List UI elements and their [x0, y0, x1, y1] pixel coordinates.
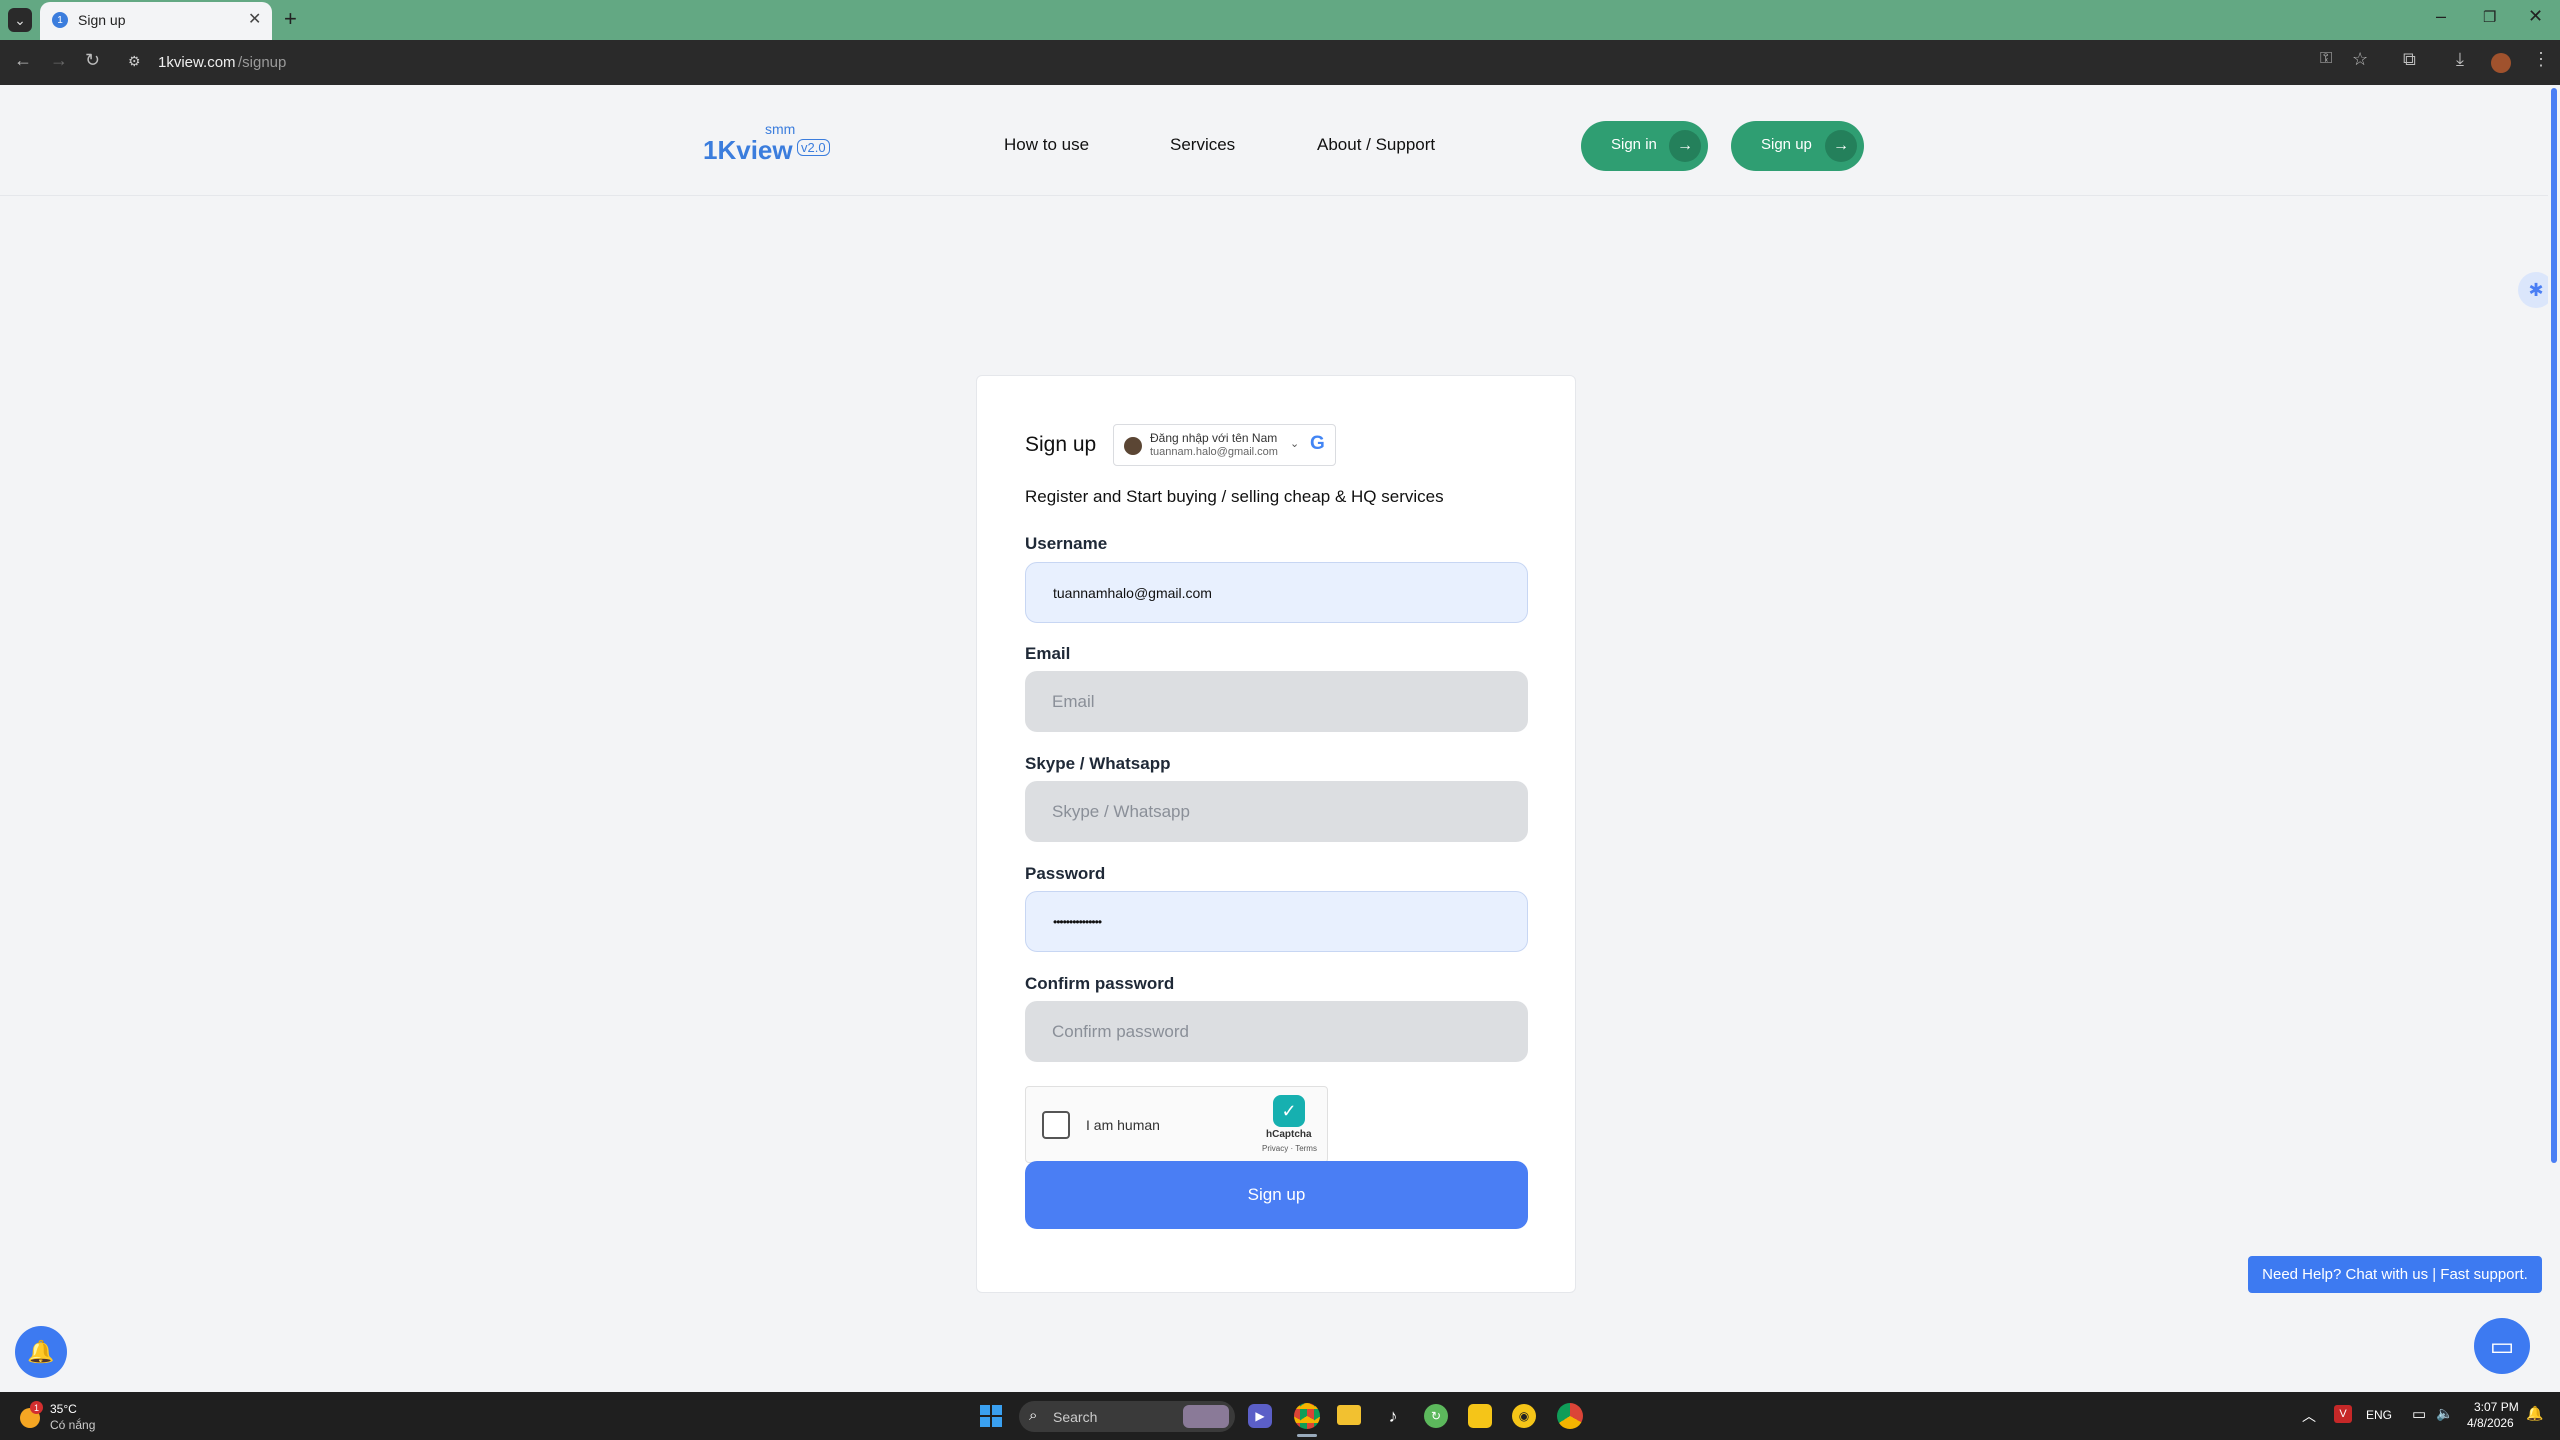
- sign-in-label: Sign in: [1611, 136, 1657, 153]
- sign-in-button[interactable]: Sign in →: [1581, 121, 1708, 171]
- bookmark-star-icon[interactable]: ☆: [2352, 49, 2368, 70]
- minimize-button[interactable]: –: [2436, 6, 2446, 27]
- notification-center-icon[interactable]: 🔔: [2526, 1405, 2543, 1422]
- chat-icon[interactable]: ▭: [2474, 1318, 2530, 1374]
- google-line2: tuannam.halo@gmail.com: [1150, 446, 1278, 458]
- google-sign-in-button[interactable]: Đăng nhập với tên Nam tuannam.halo@gmail…: [1113, 424, 1336, 466]
- hcaptcha-links[interactable]: Privacy · Terms: [1262, 1144, 1317, 1153]
- hcaptcha-widget: I am human ✓ hCaptcha Privacy · Terms: [1025, 1086, 1328, 1163]
- notification-bell-icon[interactable]: 🔔: [15, 1326, 67, 1378]
- url-path: /signup: [238, 54, 287, 71]
- vivaldi-tray-icon[interactable]: V: [2334, 1405, 2352, 1423]
- site-logo[interactable]: smm 1Kview v2.0: [703, 121, 838, 165]
- logo-version: v2.0: [797, 139, 830, 156]
- sign-up-header-label: Sign up: [1761, 136, 1812, 153]
- browser-toolbar: ← → ↻ ⚙ 1kview.com /signup ⚿ ☆ ⧉ ⤓ ⋮: [0, 40, 2560, 85]
- chrome-icon[interactable]: [1294, 1403, 1320, 1429]
- site-header: smm 1Kview v2.0 How to use Services Abou…: [0, 85, 2548, 196]
- nav-services[interactable]: Services: [1170, 135, 1235, 155]
- browser-tab[interactable]: 1 Sign up ✕: [40, 2, 272, 40]
- nav-about-support[interactable]: About / Support: [1317, 135, 1435, 155]
- captcha-label: I am human: [1086, 1117, 1160, 1133]
- volume-icon[interactable]: 🔈: [2436, 1405, 2453, 1422]
- logo-name: 1Kview: [703, 135, 793, 165]
- taskbar-search[interactable]: ⌕ Search: [1019, 1401, 1235, 1432]
- new-tab-button[interactable]: +: [284, 6, 297, 32]
- confirm-password-label: Confirm password: [1025, 974, 1175, 993]
- address-bar[interactable]: ⚙ 1kview.com /signup: [120, 46, 2290, 79]
- language-indicator[interactable]: ENG: [2366, 1408, 2392, 1422]
- browser-menu-icon[interactable]: ⋮: [2532, 49, 2550, 70]
- extensions-icon[interactable]: ⧉: [2403, 49, 2416, 70]
- chrome-active-indicator: [1297, 1434, 1317, 1437]
- google-g-icon: G: [1310, 433, 1325, 454]
- forward-arrow-icon[interactable]: →: [50, 50, 68, 71]
- search-highlight-image: [1183, 1405, 1229, 1428]
- hcaptcha-brand: hCaptcha: [1266, 1129, 1312, 1140]
- reload-icon[interactable]: ↻: [85, 50, 100, 71]
- clock-time[interactable]: 3:07 PM: [2474, 1400, 2519, 1414]
- confirm-password-field[interactable]: Confirm password: [1025, 1001, 1528, 1062]
- network-icon[interactable]: ▭: [2412, 1405, 2426, 1423]
- form-title: Sign up: [1025, 433, 1097, 456]
- form-subtitle: Register and Start buying / selling chea…: [1025, 487, 1444, 506]
- skype-label: Skype / Whatsapp: [1025, 754, 1171, 773]
- green-app-icon[interactable]: ↻: [1424, 1404, 1448, 1428]
- captcha-checkbox[interactable]: [1042, 1111, 1070, 1139]
- windows-start-icon[interactable]: [980, 1405, 1002, 1427]
- back-arrow-icon[interactable]: ←: [14, 50, 32, 71]
- chat-app-icon[interactable]: ◉: [1512, 1404, 1536, 1428]
- google-account-avatar: [1124, 437, 1142, 455]
- scrollbar-thumb[interactable]: [2551, 88, 2557, 1163]
- chevron-down-icon: ⌄: [1290, 438, 1300, 450]
- arrow-right-icon: →: [1825, 130, 1857, 162]
- tab-close-icon[interactable]: ✕: [248, 9, 261, 29]
- download-icon[interactable]: ⤓: [2456, 49, 2464, 70]
- browser-tab-bar: ⌄ 1 Sign up ✕ + – ❐ ✕: [0, 0, 2560, 40]
- weather-widget[interactable]: 1 35°C Có nắng: [18, 1400, 108, 1434]
- arrow-right-icon: →: [1669, 130, 1701, 162]
- tab-list-button[interactable]: ⌄: [8, 8, 32, 32]
- chrome-profile-icon[interactable]: [1557, 1403, 1583, 1429]
- weather-badge: 1: [30, 1401, 43, 1414]
- site-favicon-icon: 1: [52, 12, 68, 28]
- sign-up-header-button[interactable]: Sign up →: [1731, 121, 1864, 171]
- yellow-app-icon[interactable]: [1468, 1404, 1492, 1428]
- tray-overflow-icon[interactable]: ︿: [2302, 1406, 2316, 1426]
- clock-date[interactable]: 4/8/2026: [2467, 1416, 2514, 1430]
- restore-button[interactable]: ❐: [2483, 8, 2496, 26]
- tab-title: Sign up: [78, 12, 126, 28]
- username-field[interactable]: tuannamhalo@gmail.com: [1025, 562, 1528, 623]
- password-field[interactable]: •••••••••••••••: [1025, 891, 1528, 952]
- email-label: Email: [1025, 644, 1071, 663]
- email-field[interactable]: Email: [1025, 671, 1528, 732]
- url-domain: 1kview.com: [158, 54, 236, 71]
- taskbar-search-label: Search: [1053, 1409, 1098, 1425]
- password-key-icon[interactable]: ⚿: [2320, 50, 2332, 68]
- google-line1: Đăng nhập với tên Nam: [1150, 431, 1278, 445]
- profile-avatar[interactable]: [2491, 53, 2511, 73]
- sign-up-submit-button[interactable]: Sign up: [1025, 1161, 1528, 1229]
- search-icon: ⌕: [1029, 1407, 1038, 1424]
- help-chat-bubble[interactable]: Need Help? Chat with us | Fast support.: [2248, 1256, 2542, 1293]
- windows-taskbar: 1 35°C Có nắng ⌕ Search ▶ ♪ ↻ ◉ ︿ V ENG …: [0, 1392, 2560, 1440]
- weather-temp: 35°C: [50, 1402, 77, 1416]
- site-info-icon[interactable]: ⚙: [128, 53, 141, 70]
- username-label: Username: [1025, 534, 1108, 553]
- close-window-button[interactable]: ✕: [2528, 6, 2543, 27]
- weather-desc: Có nắng: [50, 1418, 96, 1432]
- meet-icon[interactable]: ▶: [1248, 1404, 1272, 1428]
- skype-whatsapp-field[interactable]: Skype / Whatsapp: [1025, 781, 1528, 842]
- nav-how-to-use[interactable]: How to use: [1004, 135, 1089, 155]
- file-explorer-icon[interactable]: [1337, 1405, 1361, 1425]
- password-label: Password: [1025, 864, 1106, 883]
- hcaptcha-logo-icon: ✓: [1273, 1095, 1305, 1127]
- tiktok-icon[interactable]: ♪: [1381, 1404, 1405, 1428]
